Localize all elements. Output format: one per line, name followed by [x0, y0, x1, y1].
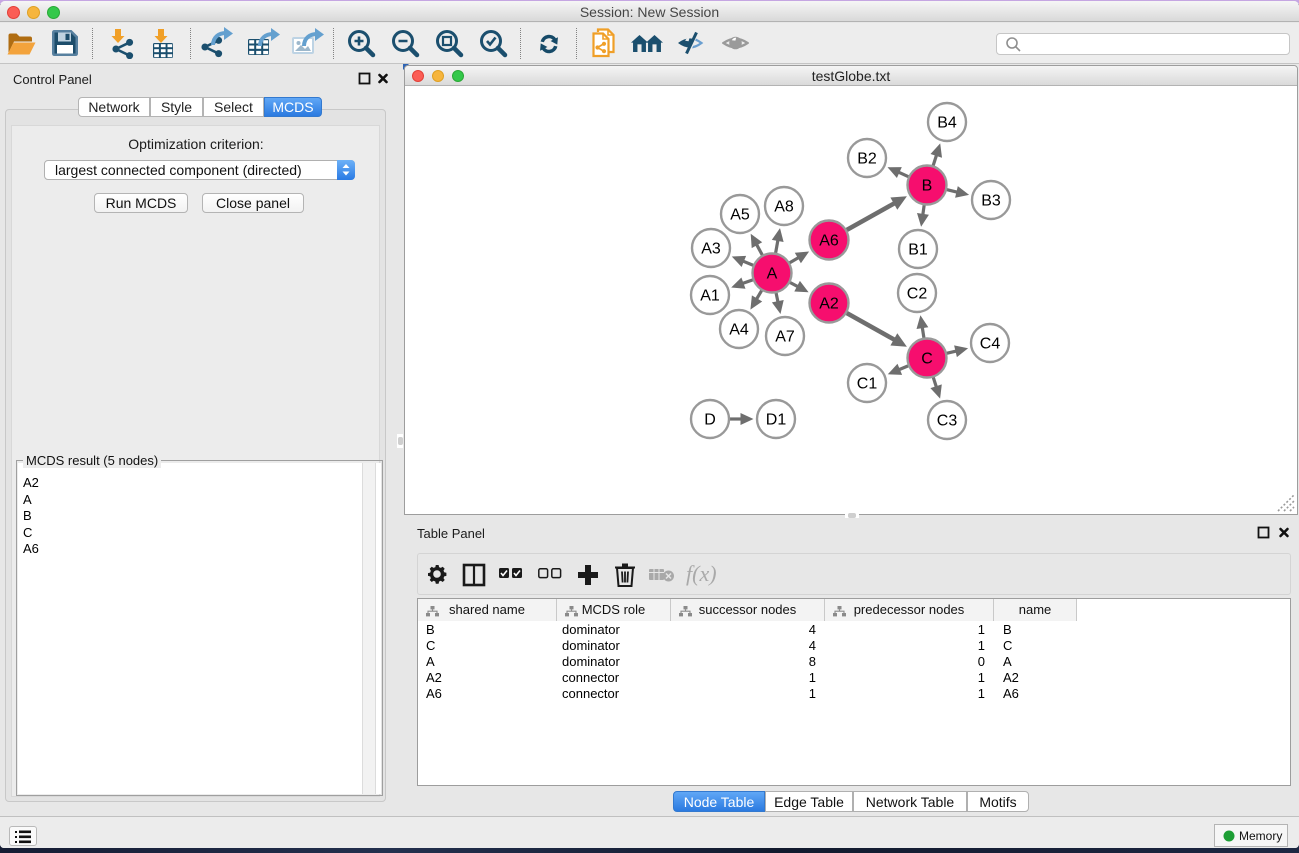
svg-text:C3: C3: [937, 413, 958, 430]
svg-text:A4: A4: [729, 322, 749, 339]
svg-text:C4: C4: [980, 336, 1001, 353]
svg-text:B4: B4: [937, 115, 957, 132]
svg-text:D: D: [704, 412, 716, 429]
svg-text:A2: A2: [819, 296, 839, 313]
svg-text:C: C: [921, 351, 933, 368]
svg-text:C2: C2: [907, 286, 928, 303]
svg-text:A: A: [767, 266, 778, 283]
svg-text:B2: B2: [857, 151, 877, 168]
svg-text:A6: A6: [819, 233, 839, 250]
svg-text:A8: A8: [774, 199, 794, 216]
svg-text:A7: A7: [775, 329, 795, 346]
svg-text:B3: B3: [981, 193, 1001, 210]
svg-text:A1: A1: [700, 288, 720, 305]
svg-text:C1: C1: [857, 376, 878, 393]
svg-text:A3: A3: [701, 241, 721, 258]
svg-text:B1: B1: [908, 242, 928, 259]
svg-text:A5: A5: [730, 207, 750, 224]
svg-text:D1: D1: [766, 412, 787, 429]
svg-text:B: B: [922, 178, 933, 195]
